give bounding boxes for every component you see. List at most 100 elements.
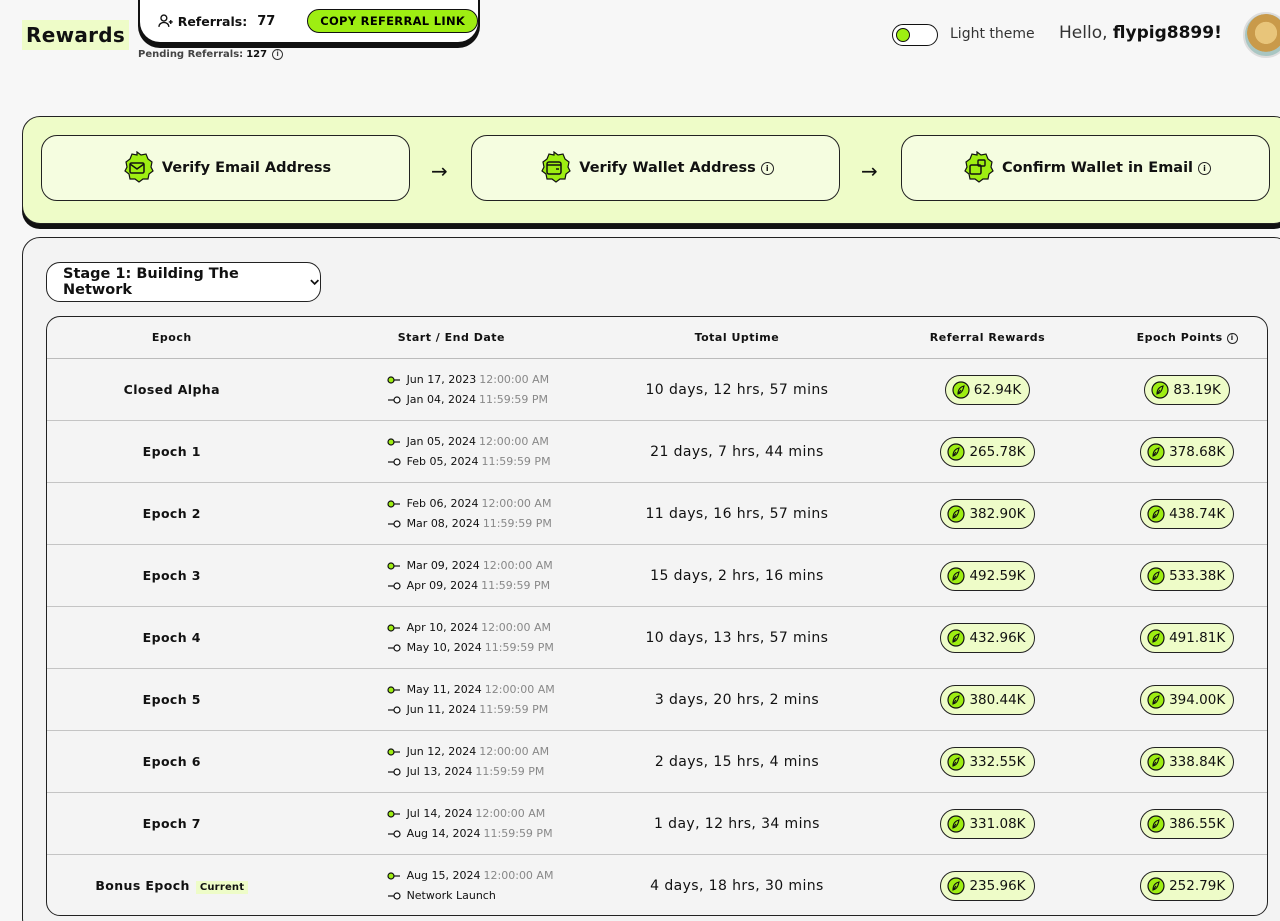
start-date: Jun 12, 2024 <box>406 744 477 758</box>
end-time: 11:59:59 PM <box>481 578 551 592</box>
points-cell: 386.55K <box>1107 808 1267 839</box>
coin-icon <box>947 814 966 833</box>
end-marker-icon <box>387 581 401 590</box>
verification-steps: Verify Email Address → Verify Wallet Add… <box>22 116 1280 224</box>
start-time: 12:00:00 AM <box>479 372 550 386</box>
epoch-points-pill: 83.19K <box>1144 374 1230 405</box>
referral-cell: 265.78K <box>868 436 1108 467</box>
end-date: Mar 08, 2024 <box>406 516 480 530</box>
points-cell: 83.19K <box>1107 374 1267 405</box>
theme-toggle[interactable] <box>892 24 938 46</box>
stage-dropdown[interactable]: Stage 1: Building The Network <box>46 262 321 302</box>
start-date: Jun 17, 2023 <box>406 372 477 386</box>
uptime-cell: 3 days, 20 hrs, 2 mins <box>654 691 820 708</box>
start-time: 12:00:00 AM <box>482 558 553 572</box>
step-verify-email[interactable]: Verify Email Address <box>41 135 410 201</box>
epoch-points-value: 83.19K <box>1173 381 1221 398</box>
info-icon[interactable]: i <box>1198 161 1212 175</box>
start-marker-icon <box>386 437 400 446</box>
end-date: Jul 13, 2024 <box>406 764 473 778</box>
uptime-cell: 10 days, 13 hrs, 57 mins <box>645 629 829 646</box>
end-marker-icon <box>387 519 401 528</box>
info-icon[interactable]: i <box>760 161 774 175</box>
date-cell: Feb 06, 2024 12:00:00 AM Mar 08, 2024 11:5… <box>297 494 607 534</box>
referral-rewards-pill: 331.08K <box>940 808 1035 839</box>
uptime-cell: 1 day, 12 hrs, 34 mins <box>654 815 820 832</box>
header-epoch: Epoch <box>151 331 192 344</box>
date-cell: Jun 12, 2024 12:00:00 AM Jul 13, 2024 11:5… <box>297 742 607 782</box>
greeting: Hello, flypig8899! <box>1059 23 1222 43</box>
table-row: Epoch 6 Jun 12, 2024 12:00:00 AM Jul 13, … <box>47 731 1267 793</box>
step-verify-wallet[interactable]: Verify Wallet Address i <box>471 135 840 201</box>
coin-icon <box>1147 876 1165 895</box>
points-cell: 533.38K <box>1107 560 1267 591</box>
epochs-table: Epoch Start / End Date Total Uptime Refe… <box>46 316 1268 916</box>
points-cell: 252.79K <box>1107 870 1267 901</box>
step-label: Verify Email Address <box>161 160 332 176</box>
uptime-cell: 10 days, 12 hrs, 57 mins <box>645 381 829 398</box>
referral-cell: 492.59K <box>868 560 1108 591</box>
step-confirm-wallet[interactable]: Confirm Wallet in Email i <box>901 135 1270 201</box>
coin-icon <box>1147 814 1165 833</box>
start-date: Aug 15, 2024 <box>406 868 481 882</box>
epoch-cell: Epoch 3 <box>47 568 297 583</box>
coin-icon <box>947 442 966 461</box>
end-marker-icon <box>387 767 401 776</box>
referral-card: Referrals: 77 COPY REFERRAL LINK <box>138 0 480 44</box>
referral-rewards-pill: 235.96K <box>940 870 1035 901</box>
coin-icon <box>952 380 970 399</box>
start-time: 12:00:00 AM <box>481 620 551 634</box>
referral-rewards-pill: 332.55K <box>940 746 1035 777</box>
end-date: Feb 05, 2024 <box>406 454 479 468</box>
start-time: 12:00:00 AM <box>479 434 549 448</box>
table-row: Epoch 3 Mar 09, 2024 12:00:00 AM Apr 09, … <box>47 545 1267 607</box>
date-cell: Jan 05, 2024 12:00:00 AM Feb 05, 2024 11:5… <box>297 432 607 472</box>
referral-rewards-value: 331.08K <box>969 815 1026 832</box>
epoch-cell: Epoch 1 <box>47 444 297 459</box>
header-epoch-points-label: Epoch Points <box>1136 331 1223 344</box>
referral-rewards-value: 332.55K <box>969 753 1026 770</box>
email-icon <box>124 151 154 183</box>
current-badge: Current <box>195 880 249 894</box>
start-date: Mar 09, 2024 <box>406 558 480 572</box>
date-cell: May 11, 2024 12:00:00 AM Jun 11, 2024 11:5… <box>297 680 607 720</box>
start-marker-icon <box>386 809 400 818</box>
coin-icon <box>1147 752 1165 771</box>
referral-rewards-value: 382.90K <box>969 505 1026 522</box>
epoch-name: Epoch 7 <box>142 816 201 831</box>
referral-cell: 62.94K <box>868 374 1108 405</box>
copy-referral-link-button[interactable]: COPY REFERRAL LINK <box>307 9 478 33</box>
coin-icon <box>1147 690 1165 709</box>
epoch-points-pill: 533.38K <box>1140 560 1235 591</box>
referral-rewards-value: 265.78K <box>969 443 1026 460</box>
end-time: 11:59:59 PM <box>479 702 549 716</box>
end-date: Apr 09, 2024 <box>406 578 479 592</box>
info-icon[interactable]: i <box>272 49 284 60</box>
coin-icon <box>1147 628 1165 647</box>
greeting-text: Hello, <box>1059 23 1108 43</box>
epoch-name: Epoch 3 <box>142 568 201 583</box>
referral-rewards-value: 492.59K <box>969 567 1026 584</box>
table-row: Epoch 7 Jul 14, 2024 12:00:00 AM Aug 14, … <box>47 793 1267 855</box>
step-label: Verify Wallet Address <box>579 160 756 176</box>
pending-referrals-count: 127 <box>246 49 268 60</box>
page-title: Rewards <box>22 20 130 50</box>
end-marker-icon <box>387 705 401 714</box>
start-date: Feb 06, 2024 <box>406 496 479 510</box>
info-icon[interactable]: i <box>1226 333 1238 344</box>
referral-cell: 432.96K <box>868 622 1108 653</box>
coin-icon <box>947 566 966 585</box>
wallet-icon <box>541 151 572 183</box>
epoch-points-value: 378.68K <box>1169 443 1226 460</box>
start-marker-icon <box>386 499 400 508</box>
epoch-name: Closed Alpha <box>123 382 220 397</box>
epoch-cell: Epoch 4 <box>47 630 297 645</box>
avatar[interactable] <box>1243 12 1280 58</box>
epoch-points-value: 252.79K <box>1169 877 1226 894</box>
referral-rewards-pill: 382.90K <box>940 498 1035 529</box>
referral-rewards-value: 62.94K <box>973 381 1022 398</box>
end-marker-icon <box>387 643 401 652</box>
epoch-points-pill: 338.84K <box>1140 746 1235 777</box>
start-marker-icon <box>386 375 400 384</box>
epoch-points-value: 491.81K <box>1169 629 1226 646</box>
